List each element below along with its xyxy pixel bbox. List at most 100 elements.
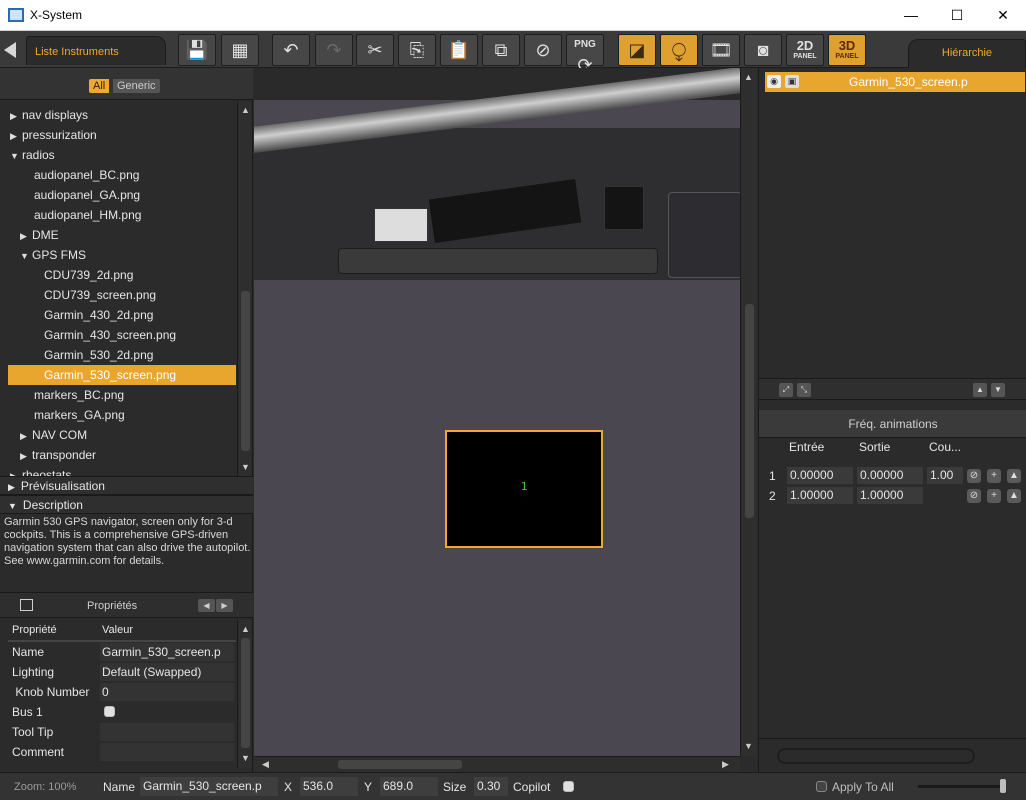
instrument-screen-selection[interactable]: 1 — [445, 430, 603, 548]
move-up-icon[interactable]: ▲ — [973, 383, 987, 397]
maximize-button[interactable]: ☐ — [934, 0, 980, 31]
move-down-icon[interactable]: ▼ — [991, 383, 1005, 397]
prev-arrow-icon[interactable]: ◀ — [198, 599, 215, 612]
x-field[interactable]: 536.0 — [300, 777, 358, 796]
bus1-checkbox[interactable] — [104, 706, 115, 717]
property-value-field[interactable] — [100, 743, 234, 761]
layers-toggle-icon[interactable]: ⧬ — [660, 34, 698, 66]
panel-viewport[interactable]: 1 — [254, 68, 740, 756]
tree-item[interactable]: markers_GA.png — [8, 405, 236, 425]
tree-item[interactable]: audiopanel_GA.png — [8, 185, 236, 205]
reload-png-icon[interactable]: PNG ⟳ — [566, 34, 604, 75]
scroll-right-icon[interactable]: ▶ — [718, 757, 733, 772]
panel-3d-button[interactable]: 3D PANEL — [828, 34, 866, 66]
panel-2d-button[interactable]: 2D PANEL — [786, 34, 824, 66]
expand-arrow-icon[interactable]: ▶ — [10, 126, 22, 146]
remove-row-icon[interactable]: ⊘ — [967, 469, 981, 483]
copy-icon[interactable]: ⎘ — [398, 34, 436, 66]
apply-to-all-checkbox[interactable] — [816, 781, 827, 792]
properties-scrollbar[interactable]: ▲ ▼ — [237, 620, 252, 768]
screen-icon[interactable]: ◙ — [744, 34, 782, 66]
delete-icon[interactable]: ⊘ — [524, 34, 562, 66]
move-up-icon[interactable]: ▲ — [1007, 469, 1021, 483]
collapse-all-icon[interactable]: ⤡ — [797, 383, 811, 397]
tab-instrument-list[interactable]: Liste Instruments — [0, 36, 176, 65]
tree-item[interactable]: markers_BC.png — [8, 385, 236, 405]
tree-item[interactable]: ▶ nav displays — [8, 105, 236, 125]
scroll-left-icon[interactable]: ◀ — [258, 757, 273, 772]
add-row-icon[interactable]: + — [987, 489, 1001, 503]
scroll-down-icon[interactable]: ▼ — [741, 739, 756, 754]
collapse-arrow-icon[interactable]: ▼ — [20, 246, 32, 266]
tab-hierarchy[interactable]: Hiérarchie — [908, 39, 1026, 68]
hierarchy-item[interactable]: ◉ ▣ Garmin_530_screen.p — [765, 72, 1025, 92]
save-icon[interactable]: 💾 — [178, 34, 216, 66]
scroll-thumb[interactable] — [241, 291, 250, 451]
tree-item[interactable]: ▼ radios — [8, 145, 236, 165]
filter-all-button[interactable]: All — [89, 79, 110, 93]
paste-icon[interactable]: 📋 — [440, 34, 478, 66]
lock-icon[interactable]: ▣ — [785, 75, 799, 88]
tree-item[interactable]: CDU739_screen.png — [8, 285, 236, 305]
tree-item[interactable]: ▼ GPS FMS — [8, 245, 236, 265]
tree-item[interactable]: Garmin_430_2d.png — [8, 305, 236, 325]
cou-field[interactable]: 1.00 — [927, 467, 963, 484]
scroll-up-icon[interactable]: ▲ — [238, 622, 253, 637]
tree-item[interactable]: ▶ NAV COM — [8, 425, 236, 445]
tree-item[interactable]: ▶ transponder — [8, 445, 236, 465]
move-up-icon[interactable]: ▲ — [1007, 489, 1021, 503]
size-field[interactable]: 0.30 — [474, 777, 508, 796]
zoom-slider-track[interactable] — [918, 785, 1004, 788]
property-value-field[interactable]: 0 — [100, 683, 234, 701]
entree-field[interactable]: 0.00000 — [787, 467, 853, 484]
next-arrow-icon[interactable]: ▶ — [216, 599, 233, 612]
tree-item[interactable]: Garmin_530_screen.png — [8, 365, 236, 385]
tree-item[interactable]: CDU739_2d.png — [8, 265, 236, 285]
filter-generic-button[interactable]: Generic — [113, 79, 160, 93]
redo-icon[interactable]: ↷ — [315, 34, 353, 66]
eye-icon[interactable]: ◉ — [767, 75, 781, 88]
sortie-field[interactable]: 1.00000 — [857, 487, 923, 504]
scroll-down-icon[interactable]: ▼ — [238, 460, 253, 475]
scroll-thumb[interactable] — [241, 638, 250, 748]
scroll-up-icon[interactable]: ▲ — [238, 103, 253, 118]
scroll-thumb[interactable] — [338, 760, 462, 769]
property-value-field[interactable] — [100, 723, 234, 741]
property-value-field[interactable]: Garmin_530_screen.p — [100, 643, 234, 661]
tree-scrollbar[interactable]: ▲ ▼ — [237, 101, 252, 477]
scroll-down-icon[interactable]: ▼ — [238, 751, 253, 766]
lighting-toggle-icon[interactable]: ◪ — [618, 34, 656, 66]
viewport-horizontal-scrollbar[interactable]: ◀ ▶ — [254, 756, 740, 772]
remove-row-icon[interactable]: ⊘ — [967, 489, 981, 503]
expand-all-icon[interactable]: ⤢ — [779, 383, 793, 397]
y-field[interactable]: 689.0 — [380, 777, 438, 796]
film-icon[interactable]: 🎞 — [702, 34, 740, 66]
back-arrow-icon[interactable] — [4, 42, 16, 58]
copilot-checkbox[interactable] — [563, 781, 574, 792]
tree-item[interactable]: ▶ pressurization — [8, 125, 236, 145]
property-value-field[interactable]: Default (Swapped) — [100, 663, 234, 681]
viewport-vertical-scrollbar[interactable]: ▲ ▼ — [740, 68, 757, 756]
duplicate-icon[interactable]: ⧉ — [482, 34, 520, 66]
sortie-field[interactable]: 0.00000 — [857, 467, 923, 484]
scroll-up-icon[interactable]: ▲ — [741, 70, 756, 85]
expand-arrow-icon[interactable]: ▶ — [20, 226, 32, 246]
add-row-icon[interactable]: + — [987, 469, 1001, 483]
preview-section-header[interactable]: ▶ Prévisualisation — [0, 476, 253, 495]
tree-item[interactable]: Garmin_430_screen.png — [8, 325, 236, 345]
expand-arrow-icon[interactable]: ▶ — [20, 446, 32, 466]
undo-icon[interactable]: ↶ — [272, 34, 310, 66]
description-section-header[interactable]: ▼ Description — [0, 495, 253, 514]
tree-item[interactable]: Garmin_530_2d.png — [8, 345, 236, 365]
export-panel-icon[interactable]: ▦ — [221, 34, 259, 66]
cut-icon[interactable]: ✂ — [356, 34, 394, 66]
collapse-arrow-icon[interactable]: ▼ — [10, 146, 22, 166]
tab-instrument-list-label[interactable]: Liste Instruments — [26, 36, 166, 65]
entree-field[interactable]: 1.00000 — [787, 487, 853, 504]
tree-item[interactable]: audiopanel_HM.png — [8, 205, 236, 225]
close-button[interactable]: ✕ — [980, 0, 1026, 31]
scroll-thumb[interactable] — [745, 304, 754, 518]
expand-arrow-icon[interactable]: ▶ — [10, 106, 22, 126]
hierarchy-search-input[interactable] — [777, 748, 975, 764]
zoom-slider-knob[interactable] — [1000, 779, 1006, 793]
